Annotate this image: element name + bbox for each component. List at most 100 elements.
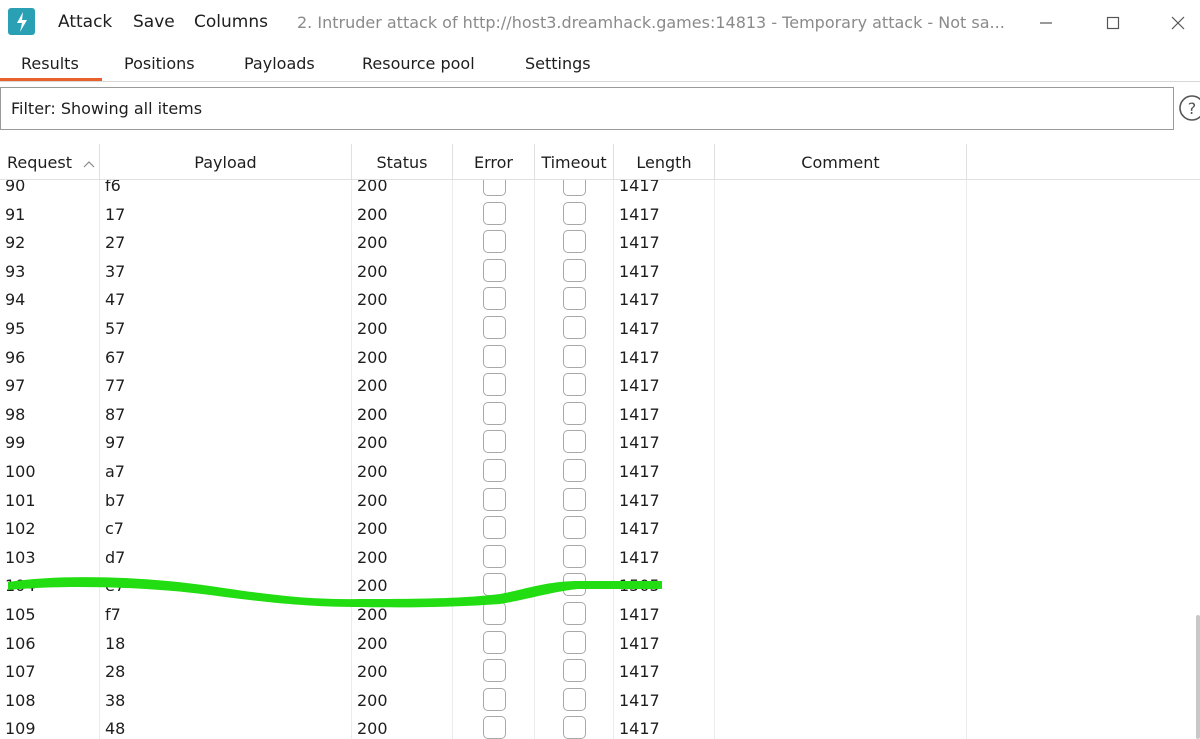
cell-length: 1417 [619, 662, 660, 682]
close-button[interactable] [1158, 8, 1198, 38]
cell-request: 96 [5, 347, 26, 367]
timeout-checkbox [563, 516, 586, 540]
cell-payload: a7 [105, 461, 125, 481]
help-button[interactable]: ? [1178, 93, 1200, 123]
cell-status: 200 [357, 433, 388, 453]
table-row[interactable]: 101 b7 200 1417 [0, 486, 1200, 515]
table-row[interactable]: 104 e7 200 1505 [0, 571, 1200, 600]
cell-length: 1417 [619, 633, 660, 653]
table-row[interactable]: 95 57 200 1417 [0, 314, 1200, 343]
timeout-checkbox [563, 315, 586, 339]
table-row[interactable]: 105 f7 200 1417 [0, 600, 1200, 629]
lightning-icon [16, 11, 27, 32]
menu-columns[interactable]: Columns [194, 12, 268, 32]
table-row[interactable]: 103 d7 200 1417 [0, 543, 1200, 572]
error-checkbox [483, 201, 506, 225]
table-row[interactable]: 98 87 200 1417 [0, 400, 1200, 429]
tab-positions[interactable]: Positions [124, 54, 195, 73]
timeout-checkbox [563, 230, 586, 254]
table-row[interactable]: 102 c7 200 1417 [0, 514, 1200, 543]
cell-request: 101 [5, 490, 36, 510]
error-checkbox [483, 230, 506, 254]
tab-results[interactable]: Results [21, 54, 79, 73]
table-row[interactable]: 96 67 200 1417 [0, 343, 1200, 372]
maximize-button[interactable] [1093, 8, 1133, 38]
cell-payload: 47 [105, 290, 126, 310]
cell-status: 200 [357, 490, 388, 510]
cell-length: 1417 [619, 404, 660, 424]
cell-status: 200 [357, 290, 388, 310]
table-row[interactable]: 108 38 200 1417 [0, 686, 1200, 715]
table-row[interactable]: 93 37 200 1417 [0, 257, 1200, 286]
cell-request: 94 [5, 290, 26, 310]
header-request[interactable]: Request [0, 144, 100, 180]
table-row[interactable]: 100 a7 200 1417 [0, 457, 1200, 486]
cell-status: 200 [357, 662, 388, 682]
tab-settings[interactable]: Settings [525, 54, 591, 73]
cell-request: 91 [5, 204, 26, 224]
cell-status: 200 [357, 604, 388, 624]
error-checkbox [483, 516, 506, 540]
cell-payload: 28 [105, 662, 126, 682]
cell-status: 200 [357, 519, 388, 539]
help-icon: ? [1179, 95, 1200, 121]
cell-length: 1417 [619, 433, 660, 453]
table-row[interactable]: 107 28 200 1417 [0, 657, 1200, 686]
error-checkbox [483, 659, 506, 683]
tab-payloads[interactable]: Payloads [244, 54, 315, 73]
cell-payload: 97 [105, 433, 126, 453]
cell-payload: 38 [105, 690, 126, 710]
cell-request: 99 [5, 433, 26, 453]
cell-length: 1417 [619, 376, 660, 396]
cell-payload: c7 [105, 519, 124, 539]
table-row[interactable]: 92 27 200 1417 [0, 228, 1200, 257]
menu-attack[interactable]: Attack [58, 12, 112, 32]
active-tab-indicator [0, 78, 102, 81]
cell-length: 1417 [619, 461, 660, 481]
cell-status: 200 [357, 376, 388, 396]
cell-length: 1417 [619, 547, 660, 567]
cell-payload: 77 [105, 376, 126, 396]
cell-status: 200 [357, 690, 388, 710]
header-timeout[interactable]: Timeout [535, 144, 614, 180]
cell-payload: 57 [105, 318, 126, 338]
table-row[interactable]: 94 47 200 1417 [0, 285, 1200, 314]
cell-payload: 37 [105, 261, 126, 281]
cell-payload: d7 [105, 547, 126, 567]
filter-bar[interactable]: Filter: Showing all items [0, 87, 1174, 130]
cell-payload: 67 [105, 347, 126, 367]
cell-request: 95 [5, 318, 26, 338]
cell-payload: 48 [105, 719, 126, 739]
minimize-button[interactable] [1026, 8, 1066, 38]
scrollbar-thumb[interactable] [1196, 615, 1200, 739]
table-row[interactable]: 106 18 200 1417 [0, 629, 1200, 658]
table-row[interactable]: 97 77 200 1417 [0, 371, 1200, 400]
error-checkbox [483, 458, 506, 482]
cell-status: 200 [357, 233, 388, 253]
tab-bar: Results Positions Payloads Resource pool… [0, 46, 1200, 82]
tab-resource-pool[interactable]: Resource pool [362, 54, 475, 73]
timeout-checkbox [563, 630, 586, 654]
header-error[interactable]: Error [453, 144, 535, 180]
header-length[interactable]: Length [614, 144, 715, 180]
timeout-checkbox [563, 344, 586, 368]
cell-request: 104 [5, 576, 36, 596]
title-bar: Attack Save Columns 2. Intruder attack o… [0, 0, 1200, 46]
timeout-checkbox [563, 687, 586, 711]
cell-payload: e7 [105, 576, 126, 596]
header-status[interactable]: Status [352, 144, 453, 180]
cell-length: 1417 [619, 290, 660, 310]
header-comment[interactable]: Comment [715, 144, 967, 180]
table-row[interactable]: 109 48 200 1417 [0, 714, 1200, 739]
cell-request: 103 [5, 547, 36, 567]
menu-save[interactable]: Save [133, 12, 175, 32]
timeout-checkbox [563, 487, 586, 511]
table-row[interactable]: 99 97 200 1417 [0, 428, 1200, 457]
cell-status: 200 [357, 404, 388, 424]
table-row[interactable]: 91 17 200 1417 [0, 200, 1200, 229]
sort-ascending-icon [83, 160, 95, 167]
header-payload[interactable]: Payload [100, 144, 352, 180]
error-checkbox [483, 716, 506, 739]
cell-payload: 87 [105, 404, 126, 424]
cell-payload: f7 [105, 604, 121, 624]
